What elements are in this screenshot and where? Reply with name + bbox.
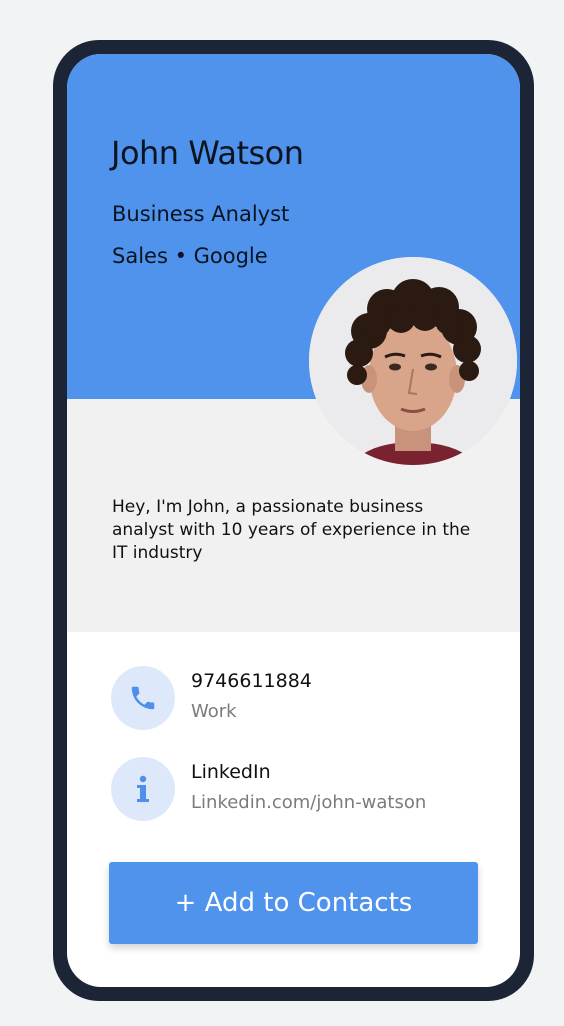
phone-frame: John Watson Business Analyst Sales • Goo… [53,40,534,1001]
linkedin-url[interactable]: Linkedin.com/john-watson [191,792,426,813]
profile-company: Sales • Google [112,244,268,268]
add-to-contacts-button[interactable]: + Add to Contacts [109,862,478,944]
profile-role: Business Analyst [112,202,290,226]
linkedin-title: LinkedIn [191,761,271,783]
phone-number[interactable]: 9746611884 [191,670,312,692]
avatar [309,257,517,465]
profile-bio: Hey, I'm John, a passionate business ana… [112,497,471,563]
profile-card: John Watson Business Analyst Sales • Goo… [67,54,520,987]
profile-name: John Watson [111,134,304,172]
phone-type: Work [191,701,237,722]
avatar-illustration [309,257,517,465]
phone-icon [111,666,175,730]
info-icon [111,757,175,821]
